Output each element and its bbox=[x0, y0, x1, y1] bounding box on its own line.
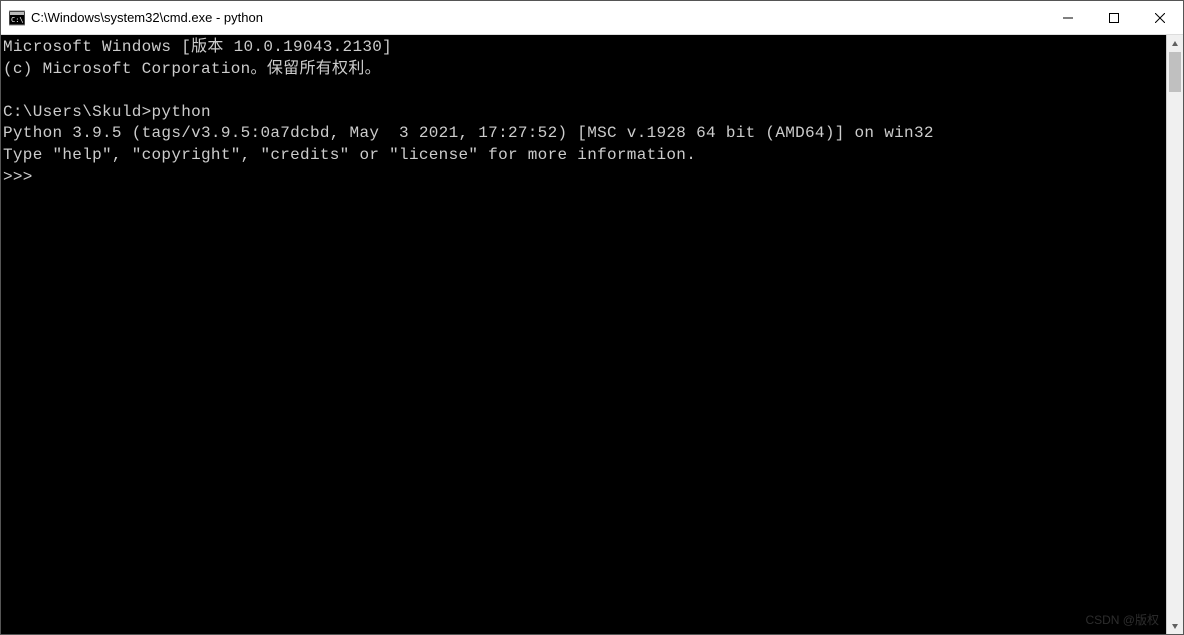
content-area: Microsoft Windows [版本 10.0.19043.2130](c… bbox=[1, 35, 1183, 634]
titlebar-left: C:\ C:\Windows\system32\cmd.exe - python bbox=[1, 10, 263, 26]
maximize-button[interactable] bbox=[1091, 1, 1137, 34]
vertical-scrollbar[interactable] bbox=[1166, 35, 1183, 634]
scroll-thumb[interactable] bbox=[1169, 52, 1181, 92]
scroll-down-arrow-icon[interactable] bbox=[1167, 617, 1183, 634]
minimize-button[interactable] bbox=[1045, 1, 1091, 34]
terminal-output[interactable]: Microsoft Windows [版本 10.0.19043.2130](c… bbox=[1, 35, 1166, 634]
terminal-line: >>> bbox=[3, 167, 1166, 189]
window-frame: C:\ C:\Windows\system32\cmd.exe - python… bbox=[0, 0, 1184, 635]
terminal-line: Type "help", "copyright", "credits" or "… bbox=[3, 145, 1166, 167]
window-controls bbox=[1045, 1, 1183, 34]
scroll-track[interactable] bbox=[1167, 52, 1183, 617]
terminal-line: Python 3.9.5 (tags/v3.9.5:0a7dcbd, May 3… bbox=[3, 123, 1166, 145]
titlebar[interactable]: C:\ C:\Windows\system32\cmd.exe - python bbox=[1, 1, 1183, 35]
svg-text:C:\: C:\ bbox=[11, 16, 24, 24]
terminal-line: (c) Microsoft Corporation。保留所有权利。 bbox=[3, 59, 1166, 81]
terminal-line: Microsoft Windows [版本 10.0.19043.2130] bbox=[3, 37, 1166, 59]
cmd-icon: C:\ bbox=[9, 10, 25, 26]
terminal-line bbox=[3, 80, 1166, 102]
close-button[interactable] bbox=[1137, 1, 1183, 34]
terminal-line: C:\Users\Skuld>python bbox=[3, 102, 1166, 124]
scroll-up-arrow-icon[interactable] bbox=[1167, 35, 1183, 52]
window-title: C:\Windows\system32\cmd.exe - python bbox=[31, 10, 263, 25]
